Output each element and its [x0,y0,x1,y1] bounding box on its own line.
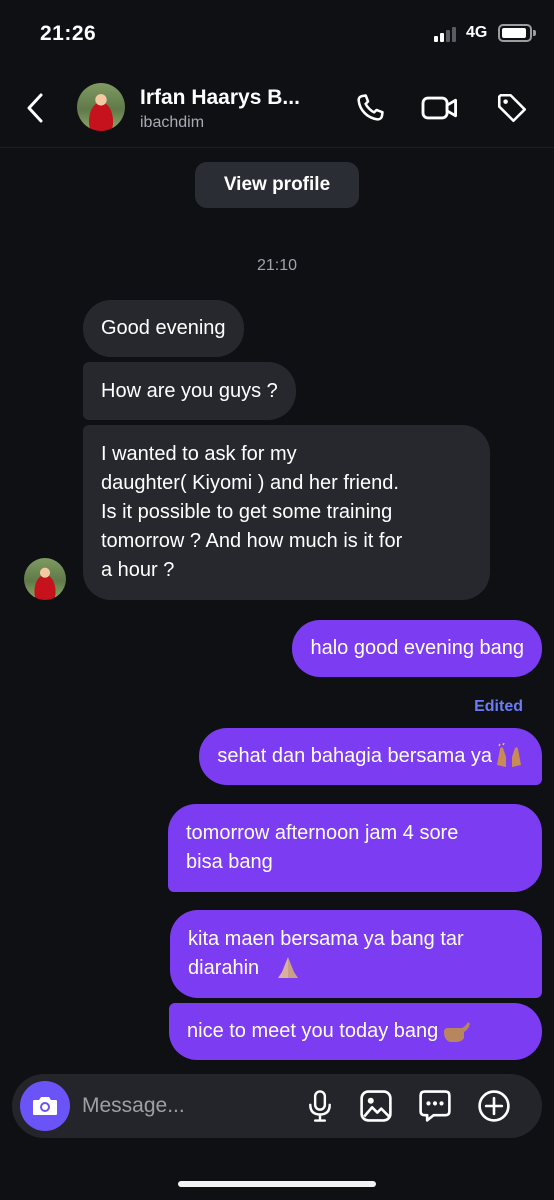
message-composer [12,1074,542,1138]
home-indicator[interactable] [178,1181,376,1187]
message-text: Good evening [101,317,226,339]
tag-button[interactable] [492,88,532,128]
contact-avatar[interactable] [77,83,125,131]
battery-icon [498,24,536,42]
outgoing-message[interactable]: tomorrow afternoon jam 4 sore bisa bang [168,804,542,892]
incoming-message[interactable]: I wanted to ask for my daughter( Kiyomi … [83,425,490,600]
edited-label: Edited [474,698,523,715]
image-icon [360,1090,392,1122]
contact-name[interactable]: Irfan Haarys B... [140,86,300,110]
view-profile-button[interactable]: View profile [195,162,359,208]
camera-icon [33,1097,57,1115]
video-call-button[interactable] [420,88,460,128]
message-text: I wanted to ask for my daughter( Kiyomi … [101,443,403,581]
more-options-button[interactable] [475,1087,513,1125]
chat-header: Irfan Haarys B... ibachdim [0,70,554,148]
outgoing-message[interactable]: halo good evening bang [292,620,542,677]
outgoing-message[interactable]: nice to meet you today bang [169,1003,542,1060]
message-text: halo good evening bang [310,637,524,659]
gallery-button[interactable] [357,1087,395,1125]
network-type: 4G [466,24,488,41]
voice-message-button[interactable] [301,1087,339,1125]
incoming-message[interactable]: Good evening [83,300,244,357]
phone-icon [357,94,384,121]
sticker-button[interactable] [416,1087,454,1125]
incoming-message[interactable]: How are you guys ? [83,362,296,420]
message-timestamp: 21:10 [256,257,298,274]
folded-hands-emoji [278,957,298,978]
status-bar: 21:26 4G [0,0,554,70]
raising-hands-emoji [497,742,521,767]
message-text: sehat dan bahagia bersama ya [217,745,492,767]
audio-call-button[interactable] [350,88,390,128]
outgoing-message[interactable]: sehat dan bahagia bersama ya [199,728,542,785]
message-text: nice to meet you today bang [187,1020,439,1042]
video-camera-icon [421,96,458,120]
message-text: tomorrow afternoon jam 4 sore bisa bang [186,822,459,873]
tag-icon [497,93,527,123]
camera-button[interactable] [20,1081,70,1131]
sender-avatar[interactable] [24,558,66,600]
message-input[interactable] [82,1088,282,1124]
back-chevron-icon [27,93,43,123]
message-text: How are you guys ? [101,379,278,402]
outgoing-message[interactable]: kita maen bersama ya bang tar diarahin [170,910,542,998]
status-time: 21:26 [40,22,97,45]
contact-username[interactable]: ibachdim [140,114,204,132]
plus-circle-icon [478,1090,510,1122]
message-text: kita maen bersama ya bang tar diarahin [188,928,464,979]
sticker-chat-icon [419,1090,451,1122]
call-me-hand-emoji [444,1021,471,1042]
cellular-signal-icon [434,26,460,42]
microphone-icon [309,1090,331,1122]
back-button[interactable] [20,88,50,128]
